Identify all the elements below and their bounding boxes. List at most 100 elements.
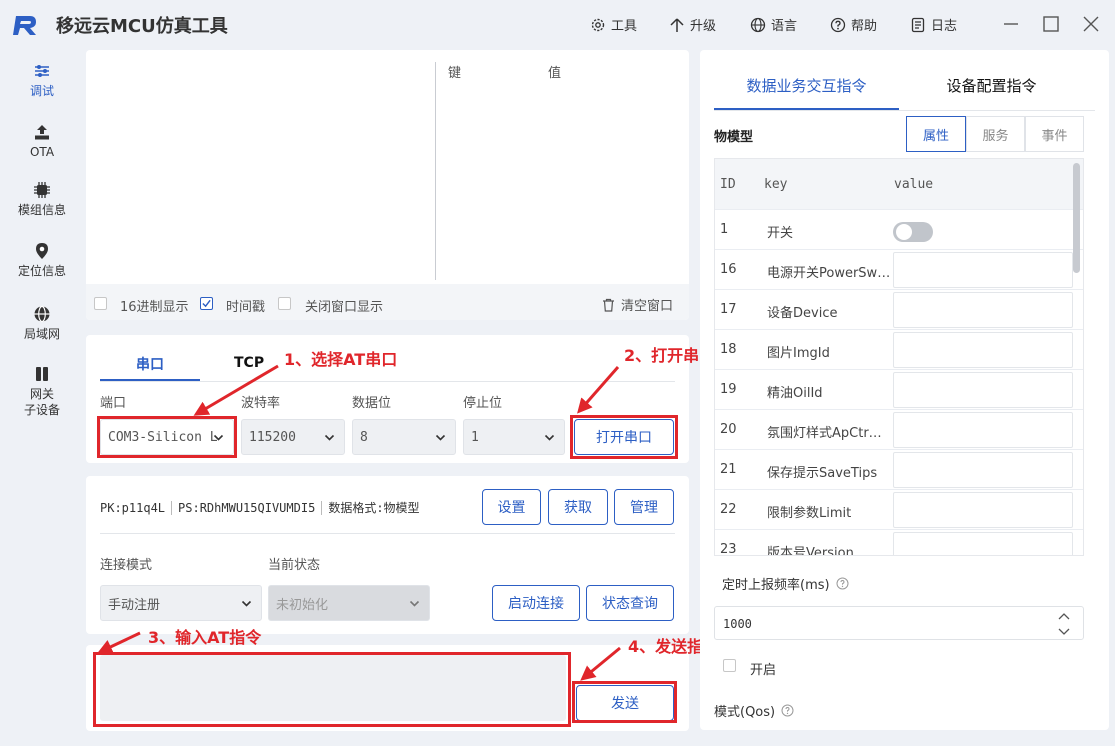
sidebar-item-module-info[interactable]: 模组信息 <box>0 181 84 218</box>
highlight-send-button <box>572 681 677 723</box>
sidebar-item-lan[interactable]: 局域网 <box>0 305 84 342</box>
current-status-label: 当前状态 <box>268 558 321 573</box>
tab-tcp[interactable]: TCP <box>234 355 264 371</box>
table-row: 21 保存提示SaveTips <box>715 449 1083 489</box>
row-key: 电源开关PowerSw… <box>767 266 891 281</box>
sidebar-item-ota[interactable]: OTA <box>0 123 84 160</box>
table-scrollbar[interactable] <box>1073 163 1080 273</box>
tab-data-commands[interactable]: 数据业务交互指令 <box>714 50 899 110</box>
log-col-value: 值 <box>548 66 562 81</box>
globe-icon <box>750 17 766 32</box>
hex-display-label: 16进制显示 <box>120 300 189 315</box>
start-connect-button[interactable]: 启动连接 <box>492 585 580 621</box>
chevron-down-icon <box>241 600 252 607</box>
chip-icon <box>34 182 50 198</box>
sidebar-item-label: 局域网 <box>23 327 60 341</box>
model-title: 物模型 <box>714 130 754 145</box>
globe-icon <box>34 305 50 323</box>
row-id: 1 <box>720 222 729 237</box>
menu-upgrade[interactable]: 升级 <box>669 15 716 34</box>
spinner-arrows-icon[interactable] <box>1057 610 1071 638</box>
tab-serial[interactable]: 串口 <box>100 335 200 381</box>
row-id: 17 <box>720 302 737 317</box>
sidebar-item-label: 子设备 <box>23 403 60 417</box>
maximize-icon[interactable] <box>1041 14 1061 34</box>
row-value-input[interactable] <box>893 532 1073 555</box>
close-window-display-checkbox[interactable] <box>278 297 291 310</box>
menu-log[interactable]: 日志 <box>910 15 957 34</box>
menu-language[interactable]: 语言 <box>750 15 797 34</box>
baud-select[interactable]: 115200 <box>241 419 345 455</box>
table-row: 20 氛围灯样式ApCtr… <box>715 409 1083 449</box>
table-row: 1 开关 <box>715 209 1083 249</box>
baud-label: 波特率 <box>241 396 281 411</box>
row-value-input[interactable] <box>893 372 1073 408</box>
report-freq-label: 定时上报频率(ms) <box>722 578 830 593</box>
settings-button[interactable]: 设置 <box>482 489 541 525</box>
row-value-input[interactable] <box>893 452 1073 488</box>
chevron-down-icon <box>435 434 446 441</box>
product-divider <box>100 533 675 534</box>
segment-event[interactable]: 事件 <box>1025 116 1084 152</box>
header-key: key <box>764 177 788 192</box>
row-key: 开关 <box>767 226 794 241</box>
connect-mode-value: 手动注册 <box>108 597 161 613</box>
arrow-up-icon <box>670 17 684 32</box>
table-row: 17 设备Device <box>715 289 1083 329</box>
segment-service[interactable]: 服务 <box>966 116 1025 152</box>
log-output-area[interactable] <box>86 50 436 282</box>
stop-bits-select[interactable]: 1 <box>463 419 565 455</box>
connect-mode-select[interactable]: 手动注册 <box>100 585 262 621</box>
stop-bits-select-value: 1 <box>471 429 479 445</box>
status-query-button[interactable]: 状态查询 <box>586 585 674 621</box>
sidebar-item-gateway[interactable]: 网关 子设备 <box>0 365 84 418</box>
data-bits-select[interactable]: 8 <box>352 419 456 455</box>
baud-select-value: 115200 <box>249 429 296 445</box>
timestamp-label: 时间戳 <box>226 300 266 315</box>
row-id: 21 <box>720 462 737 477</box>
annotation-step3: 3、输入AT指令 <box>148 628 262 647</box>
close-icon[interactable] <box>1081 14 1101 34</box>
table-row: 22 限制参数Limit <box>715 489 1083 529</box>
product-ps: PS:RDhMWU15QIVUMDI5 <box>178 500 316 515</box>
report-freq-input[interactable]: 1000 <box>714 606 1084 640</box>
menu-tools[interactable]: 工具 <box>590 15 637 34</box>
hex-display-checkbox[interactable] <box>94 297 107 310</box>
enable-checkbox[interactable] <box>723 659 736 672</box>
switch-knob <box>896 224 912 240</box>
manage-button[interactable]: 管理 <box>614 489 674 525</box>
menu-help[interactable]: 帮助 <box>830 15 877 34</box>
document-icon <box>911 17 925 32</box>
close-window-display-label: 关闭窗口显示 <box>305 300 384 315</box>
switch-toggle[interactable] <box>893 222 933 242</box>
timestamp-checkbox[interactable] <box>200 297 213 310</box>
mode-qos-label: 模式(Qos) <box>714 705 776 720</box>
product-pk: PK:p11q4L <box>100 500 166 515</box>
sidebar-item-debug[interactable]: 调试 <box>0 62 84 99</box>
check-icon <box>202 299 211 308</box>
report-freq-value: 1000 <box>723 617 752 631</box>
row-id: 23 <box>720 542 737 556</box>
sidebar-item-label: 定位信息 <box>17 264 66 278</box>
clear-window-button[interactable]: 清空窗口 <box>602 295 673 314</box>
tab-config-commands[interactable]: 设备配置指令 <box>900 75 1083 96</box>
row-value-input[interactable] <box>893 252 1073 288</box>
log-col-key: 键 <box>448 66 462 81</box>
row-key: 保存提示SaveTips <box>767 466 878 481</box>
row-id: 19 <box>720 382 737 397</box>
port-label: 端口 <box>100 396 127 411</box>
fetch-button[interactable]: 获取 <box>548 489 608 525</box>
menu-language-label: 语言 <box>771 19 798 34</box>
row-value-input[interactable] <box>893 332 1073 368</box>
segment-property[interactable]: 属性 <box>906 116 966 152</box>
sidebar-item-label: 网关 <box>29 387 54 401</box>
log-panel: 键 值 16进制显示 时间戳 关闭窗口显示 清空窗口 <box>86 50 689 320</box>
chevron-down-icon <box>324 434 335 441</box>
right-panel: 数据业务交互指令 设备配置指令 物模型 属性 服务 事件 ID key valu… <box>700 50 1109 730</box>
product-data-format: 数据格式:物模型 <box>328 501 420 515</box>
minimize-icon[interactable] <box>1001 14 1021 34</box>
sidebar-item-location[interactable]: 定位信息 <box>0 242 84 279</box>
row-value-input[interactable] <box>893 412 1073 448</box>
row-value-input[interactable] <box>893 292 1073 328</box>
row-value-input[interactable] <box>893 492 1073 528</box>
